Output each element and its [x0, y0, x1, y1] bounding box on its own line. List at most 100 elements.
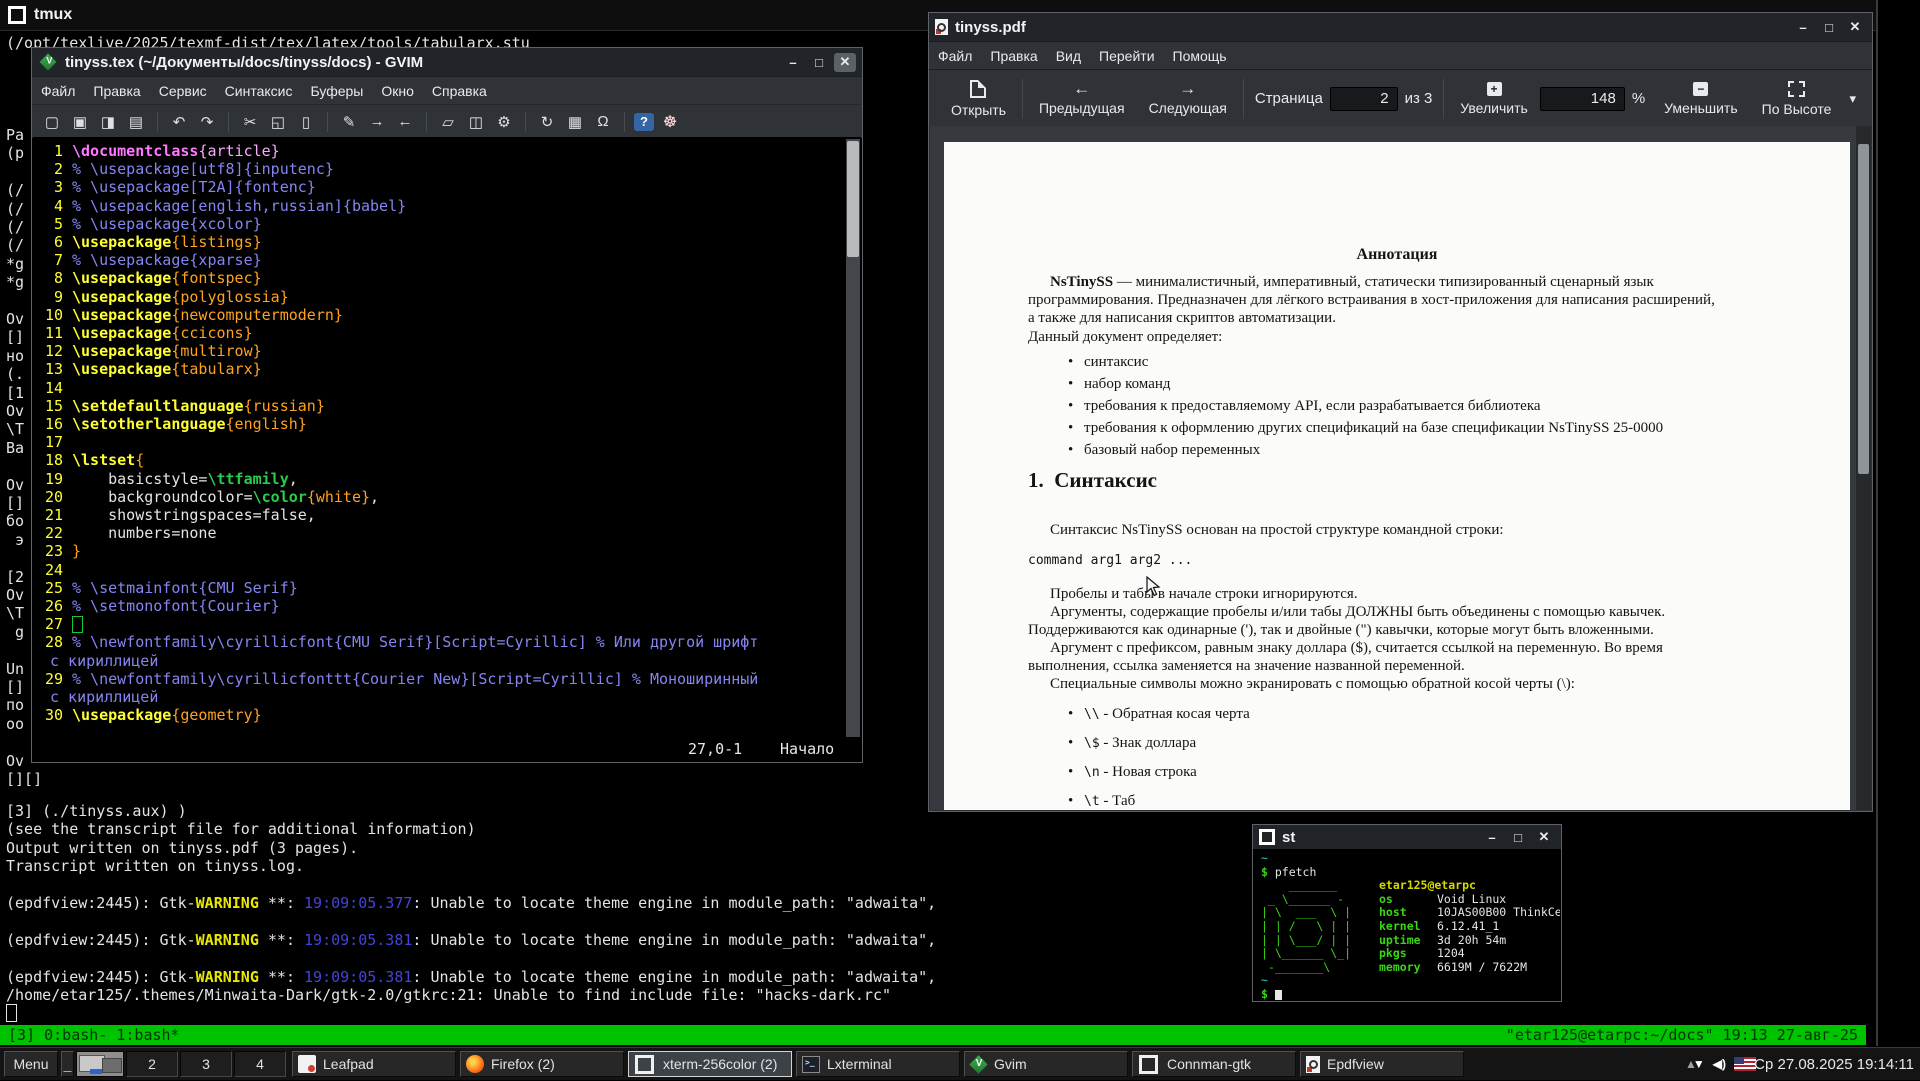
find-replace-icon[interactable]: ✎: [337, 111, 361, 133]
toolbar-separator: [228, 111, 229, 132]
task-button-lxterminal[interactable]: Lxterminal: [796, 1051, 960, 1077]
close-button[interactable]: ✕: [1533, 828, 1555, 847]
copy-icon[interactable]: ◱: [266, 111, 290, 133]
page-number-input[interactable]: 2: [1329, 86, 1398, 111]
find-prev-icon[interactable]: ←: [393, 111, 417, 133]
load-session-icon[interactable]: ▱: [436, 111, 460, 133]
pdf-menu-помощь[interactable]: Помощь: [1164, 48, 1236, 64]
editor-line: с кириллицей: [33, 652, 158, 670]
fit-height-button[interactable]: По Высоте: [1750, 80, 1844, 117]
clipped-terminal-line: Ov: [6, 310, 25, 328]
gvim-menu-сервис[interactable]: Сервис: [150, 83, 216, 99]
editor-line: 17: [33, 433, 72, 451]
text-segment: {: [135, 451, 145, 470]
gvim-menu-окно[interactable]: Окно: [372, 83, 423, 99]
gvim-edit-area[interactable]: 1 \documentclass{article} 2 % \usepackage[u…: [33, 137, 861, 761]
find-next-icon[interactable]: →: [365, 111, 389, 133]
gvim-scrollbar-thumb[interactable]: [847, 141, 859, 257]
desktop-switch-4[interactable]: 4: [234, 1051, 286, 1077]
zoom-input[interactable]: 148: [1539, 86, 1625, 111]
pdf-menu-файл[interactable]: Файл: [929, 48, 981, 64]
pager-desktop-1[interactable]: [76, 1051, 124, 1077]
close-button[interactable]: ✕: [1844, 18, 1866, 37]
clock[interactable]: Ср 27.08.2025 19:14:11: [1754, 1048, 1914, 1081]
open-file-icon[interactable]: ▢: [40, 111, 64, 133]
toolbar-separator: [525, 111, 526, 132]
gvim-window-buttons: – □ ✕: [782, 52, 856, 72]
pdf-abstract-heading: Аннотация: [1356, 246, 1438, 263]
minimize-button[interactable]: –: [1792, 18, 1814, 37]
pdf-menu-вид[interactable]: Вид: [1047, 48, 1090, 64]
line-number: 15: [44, 396, 63, 415]
task-button-connman[interactable]: Connman-gtk: [1132, 1051, 1296, 1077]
desktop-switch-3[interactable]: 3: [180, 1051, 232, 1077]
redo-icon[interactable]: ↷: [195, 111, 219, 133]
make-icon[interactable]: ↻: [535, 111, 559, 133]
run-script-icon[interactable]: ⚙: [492, 111, 516, 133]
task-button-xterm[interactable]: xterm-256color (2): [628, 1051, 792, 1077]
gvim-menu-буферы[interactable]: Буферы: [301, 83, 372, 99]
task-button-epdfview[interactable]: Epdfview: [1300, 1051, 1464, 1077]
desktop-switch-2[interactable]: 2: [126, 1051, 178, 1077]
undo-icon[interactable]: ↶: [167, 111, 191, 133]
clipped-terminal-line: (/: [6, 199, 25, 218]
minimize-button[interactable]: –: [1481, 828, 1503, 847]
shade-button[interactable]: _: [61, 1051, 74, 1077]
zoom-in-button[interactable]: + Увеличить: [1448, 81, 1540, 116]
pdf-scrollbar-thumb[interactable]: [1858, 144, 1869, 474]
print-icon[interactable]: ▤: [124, 111, 148, 133]
gvim-menu-синтаксис[interactable]: Синтаксис: [216, 83, 302, 99]
open-button[interactable]: Открыть: [939, 79, 1018, 118]
pdf-menu-правка[interactable]: Правка: [981, 48, 1046, 64]
minimize-button[interactable]: –: [782, 53, 804, 72]
next-page-button[interactable]: → Следующая: [1137, 80, 1239, 116]
editor-line: 19 basicstyle=\ttfamily,: [33, 470, 298, 488]
terminal-line: $: [1261, 987, 1282, 1000]
bullet-icon: •: [1068, 735, 1074, 751]
build-tags-icon[interactable]: ▦: [563, 111, 587, 133]
terminal-line: [3] (./tinyss.aux) ): [6, 802, 187, 820]
line-number: 27: [44, 615, 63, 634]
clipped-terminal-line: (/: [6, 218, 25, 236]
maximize-button[interactable]: □: [1818, 18, 1840, 37]
context-help-icon[interactable]: ☸: [658, 111, 682, 133]
zoom-out-button[interactable]: − Уменьшить: [1652, 81, 1749, 116]
maximize-button[interactable]: □: [808, 53, 830, 72]
previous-page-button[interactable]: ← Предыдущая: [1027, 80, 1137, 116]
text-segment: а также для написания скриптов автоматиз…: [1028, 310, 1336, 326]
pdf-scrollbar[interactable]: [1856, 126, 1871, 810]
gvim-titlebar[interactable]: tinyss.tex (~/Документы/docs/tinyss/docs…: [32, 48, 862, 76]
toolbar-overflow-caret[interactable]: ▾: [1843, 91, 1862, 107]
jump-tag-icon[interactable]: Ω: [591, 111, 615, 133]
network-monitor-icon[interactable]: ▲▼: [1685, 1055, 1705, 1073]
menu-button[interactable]: Menu: [4, 1051, 58, 1077]
clipped-terminal-line: Ov: [6, 402, 25, 420]
ascii-art-line: | | / \ | |: [1261, 919, 1352, 933]
task-button-gvim[interactable]: Gvim: [964, 1051, 1128, 1077]
save-session-icon[interactable]: ◫: [464, 111, 488, 133]
save-all-icon[interactable]: ◨: [96, 111, 120, 133]
gvim-menu-правка[interactable]: Правка: [84, 83, 149, 99]
st-terminal-content[interactable]: ~ $ pfetch _______ etar125@etarpc _ \____…: [1254, 850, 1560, 1000]
pdf-menu-перейти[interactable]: Перейти: [1090, 48, 1163, 64]
keyboard-layout-flag-icon[interactable]: [1734, 1057, 1756, 1071]
pdf-titlebar[interactable]: tinyss.pdf – □ ✕: [929, 13, 1872, 41]
cut-icon[interactable]: ✂: [238, 111, 262, 133]
line-number: 6: [53, 233, 63, 251]
paste-icon[interactable]: ▯: [294, 111, 318, 133]
text-segment: WARNING: [195, 930, 259, 949]
gvim-menu-справка[interactable]: Справка: [423, 83, 496, 99]
close-button[interactable]: ✕: [834, 52, 856, 72]
task-button-leafpad[interactable]: Leafpad: [292, 1051, 456, 1077]
clock-text: Ср 27.08.2025 19:14:11: [1754, 1056, 1914, 1073]
maximize-button[interactable]: □: [1507, 828, 1529, 847]
gvim-menu-файл[interactable]: Файл: [32, 83, 84, 99]
volume-icon[interactable]: ◀): [1713, 1057, 1726, 1071]
save-icon[interactable]: ▣: [68, 111, 92, 133]
pdf-escape-bullet-item: \t - Таб: [1084, 793, 1135, 810]
gvim-menubar: Файл Правка Сервис Синтаксис Буферы Окно Справ…: [32, 76, 862, 104]
task-button-firefox[interactable]: Firefox (2): [460, 1051, 624, 1077]
st-titlebar[interactable]: st – □ ✕: [1253, 825, 1561, 849]
help-icon[interactable]: ?: [634, 112, 654, 131]
gvim-scrollbar[interactable]: [846, 139, 860, 737]
